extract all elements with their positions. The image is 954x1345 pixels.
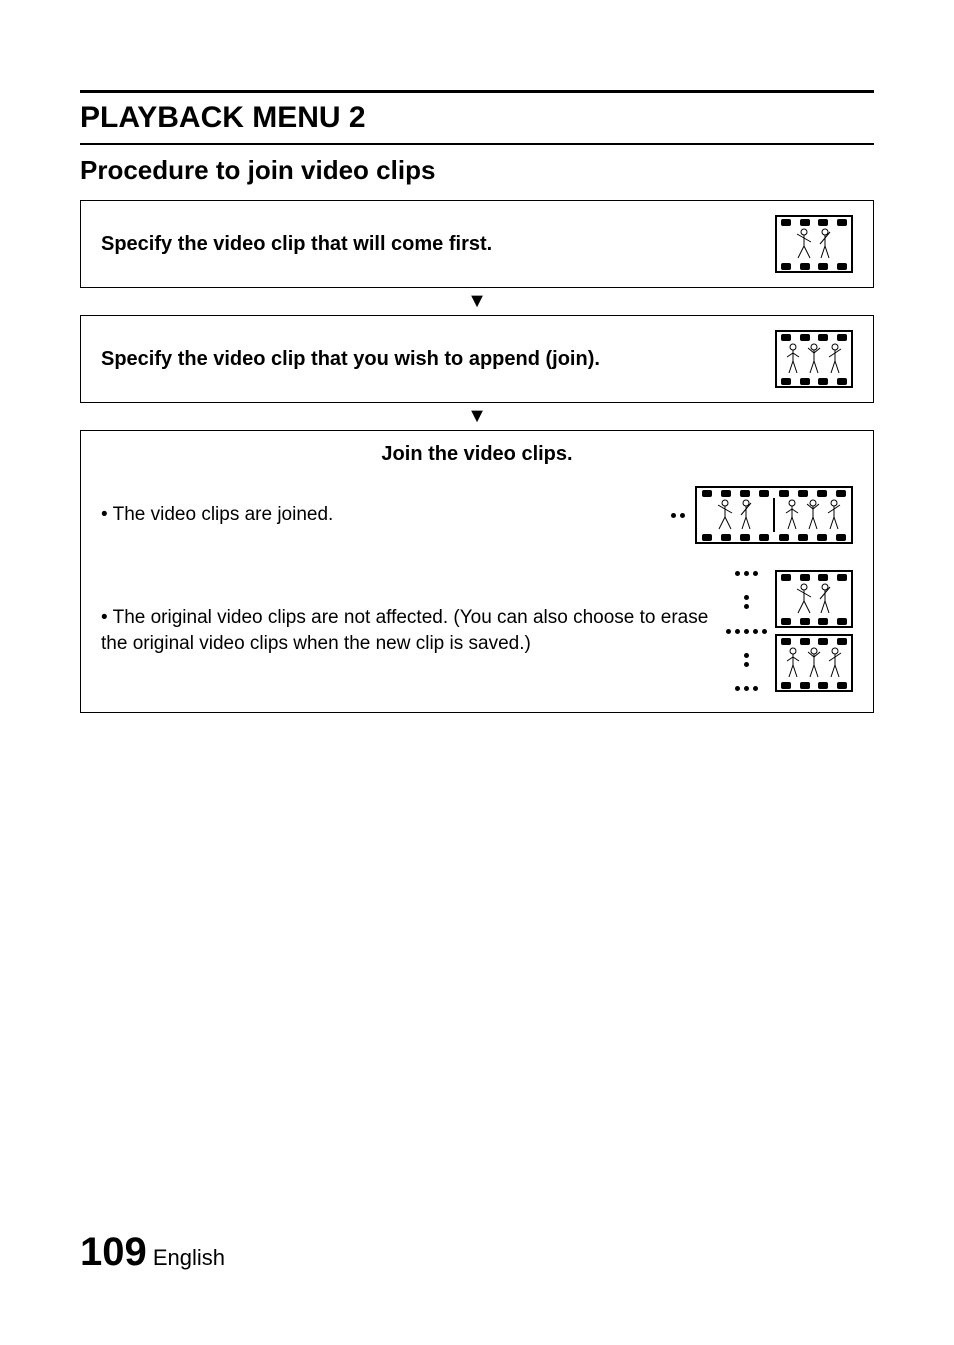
top-rule: [80, 90, 874, 93]
section-rule: [80, 143, 874, 145]
original-clips-diagram: [726, 570, 853, 692]
down-arrow-icon: ▼: [80, 290, 874, 313]
group-clip-icon: [775, 634, 853, 692]
step-2-text: Specify the video clip that you wish to …: [101, 348, 755, 371]
group-clip-icon: [775, 330, 853, 388]
step-3-row-1: • The video clips are joined.: [101, 486, 853, 544]
dancer-clip-icon: [775, 215, 853, 273]
connector-dots-icon: [671, 513, 685, 518]
page-title: PLAYBACK MENU 2: [80, 101, 874, 135]
step-3-title: Join the video clips.: [101, 443, 853, 466]
joined-clip-icon: [695, 486, 853, 544]
step-3-box: Join the video clips. • The video clips …: [80, 430, 874, 713]
step-2-box: Specify the video clip that you wish to …: [80, 315, 874, 403]
step-1-text: Specify the video clip that will come fi…: [101, 233, 755, 256]
page-footer: 109 English: [80, 1230, 225, 1275]
step-1-box: Specify the video clip that will come fi…: [80, 200, 874, 288]
manual-page: PLAYBACK MENU 2 Procedure to join video …: [0, 0, 954, 1345]
page-number: 109: [80, 1230, 147, 1274]
step-3-row-2: • The original video clips are not affec…: [101, 570, 853, 692]
bullet-2-text: • The original video clips are not affec…: [101, 605, 716, 656]
page-language: English: [153, 1245, 225, 1270]
dancer-clip-icon: [775, 570, 853, 628]
bullet-1-text: • The video clips are joined.: [101, 502, 661, 528]
connector-dots-icon: [726, 571, 767, 691]
section-subtitle: Procedure to join video clips: [80, 155, 874, 186]
down-arrow-icon: ▼: [80, 405, 874, 428]
